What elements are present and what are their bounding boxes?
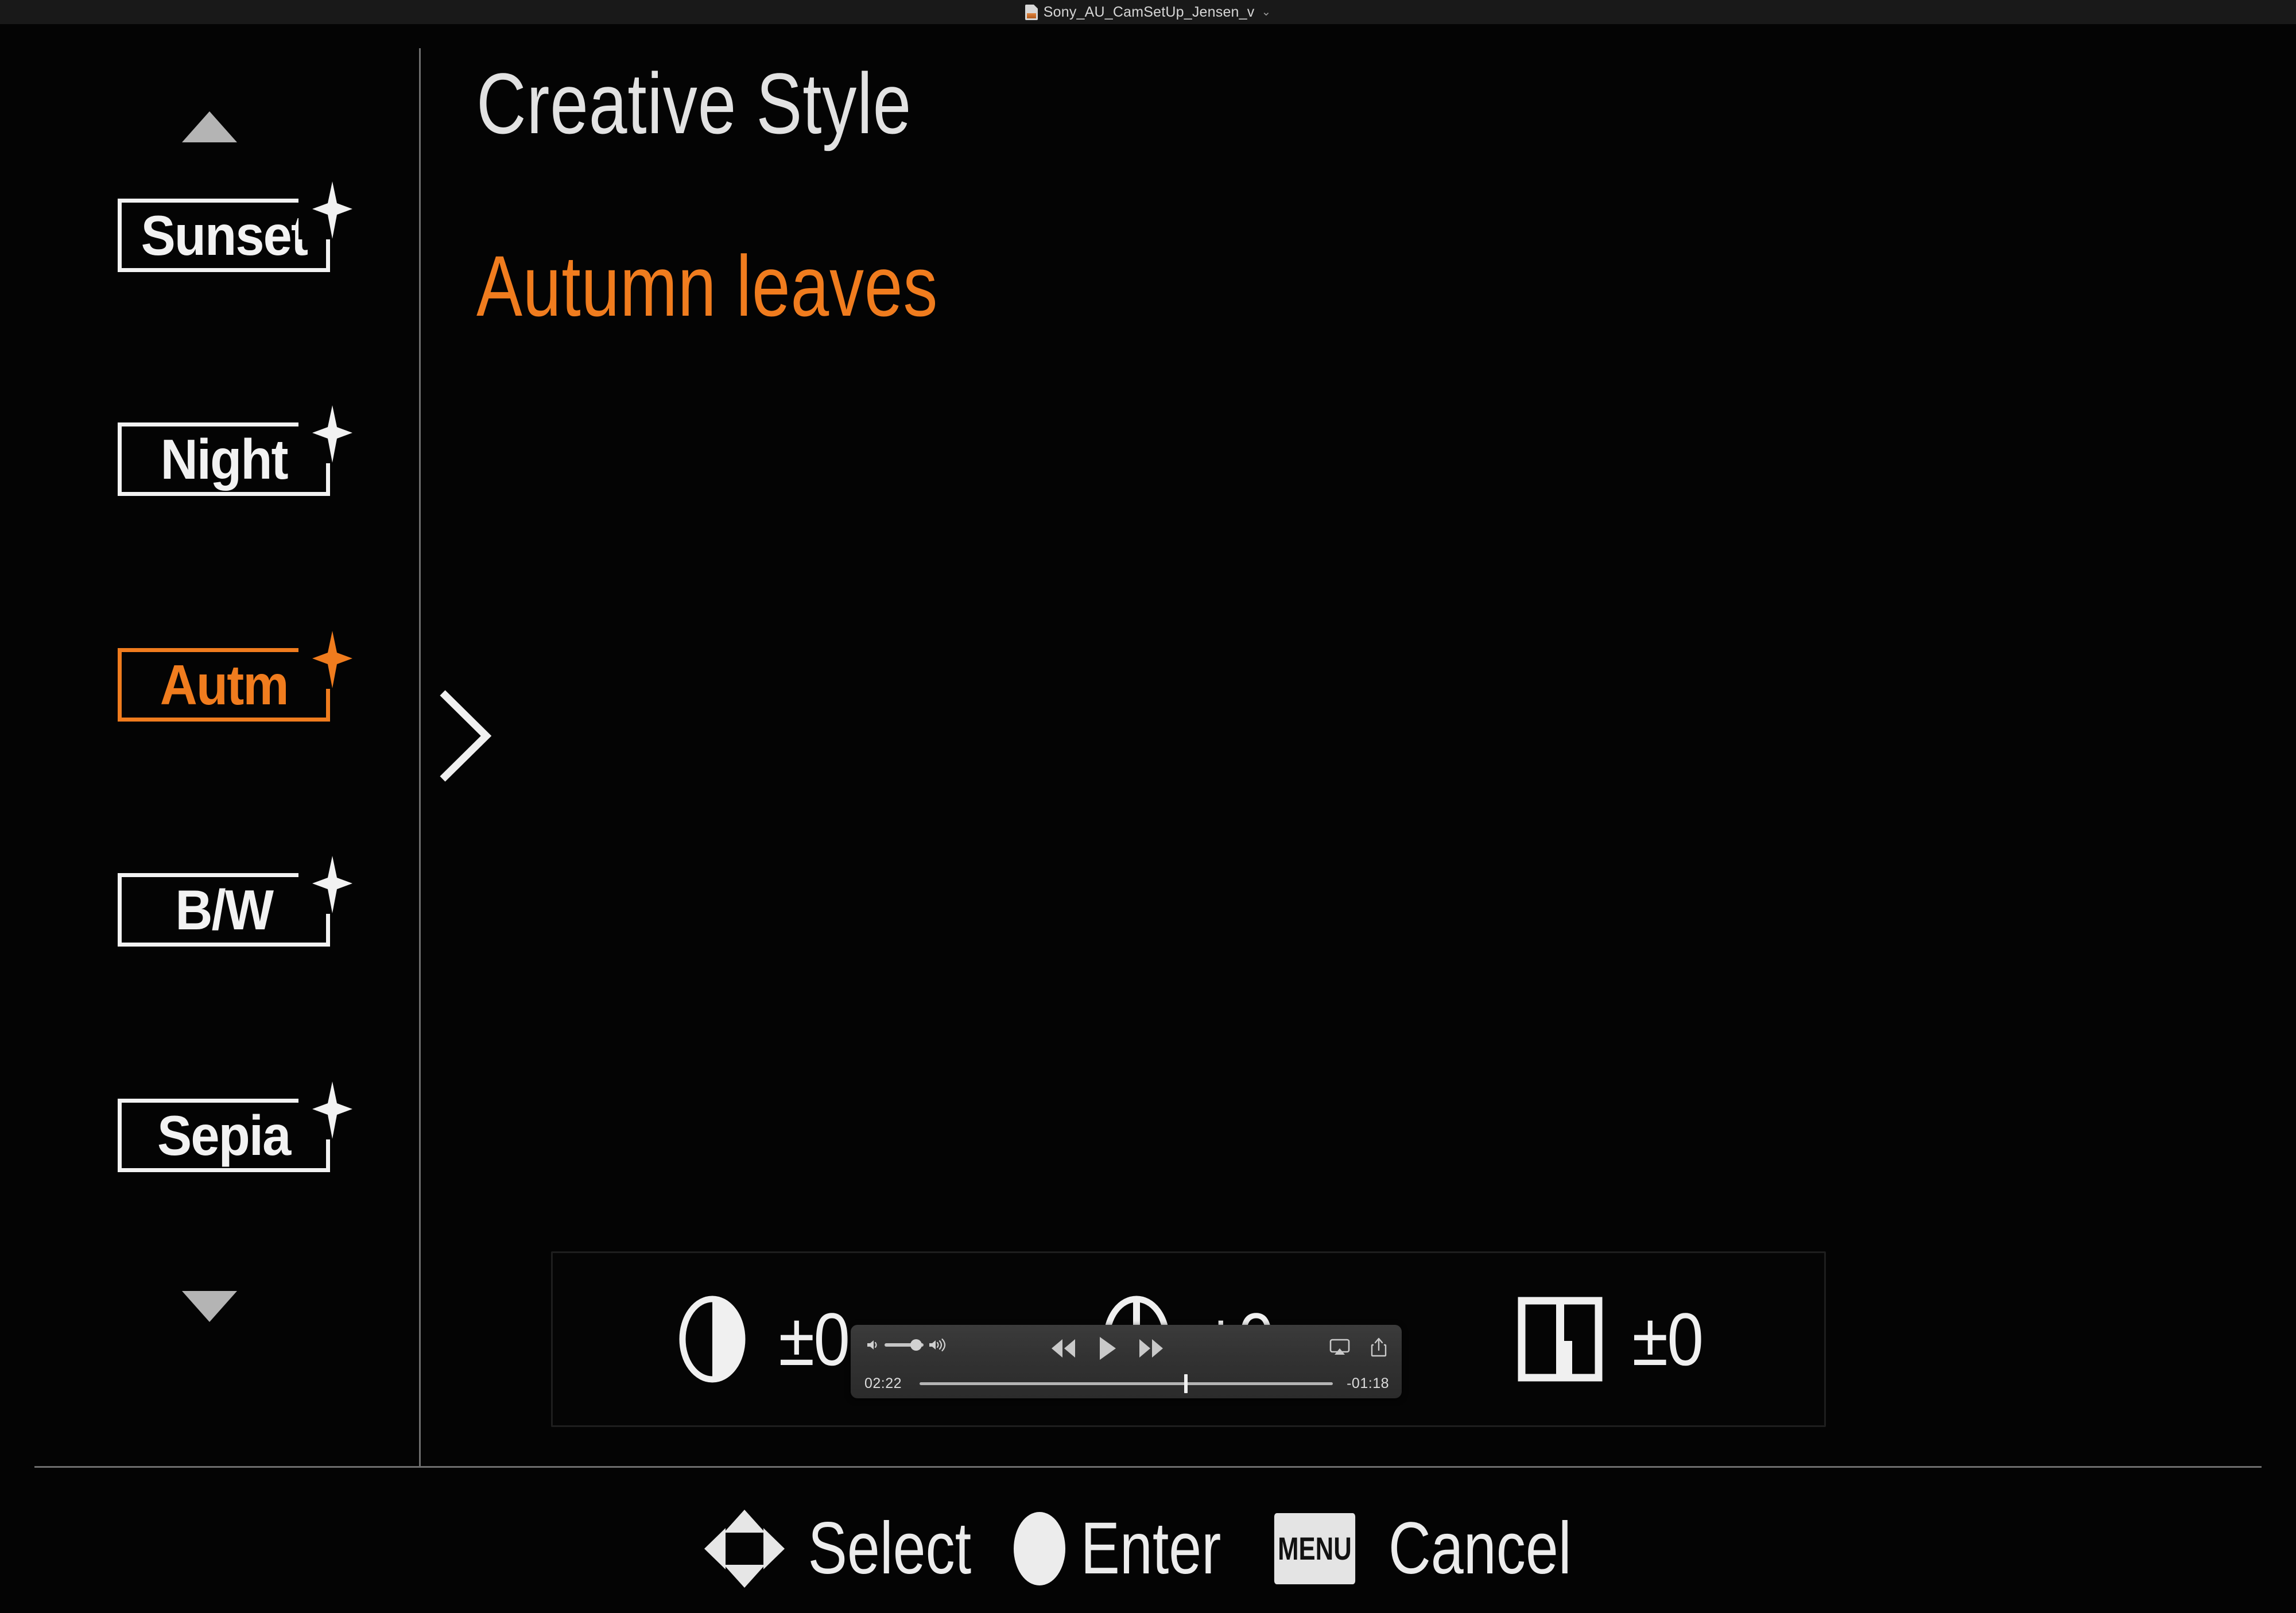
style-badge: Sepia xyxy=(118,1095,332,1172)
param-value: ±0 xyxy=(778,1297,851,1381)
cancel-hint-label: Cancel xyxy=(1388,1507,1572,1589)
share-icon[interactable] xyxy=(1371,1337,1387,1357)
triangle-down-icon xyxy=(182,1291,237,1322)
creative-style-list: Sunset Night Autm B/W Sepia xyxy=(0,48,419,1466)
contrast-icon xyxy=(675,1293,750,1385)
sidebar-item-label: Sunset xyxy=(141,204,308,267)
select-hint-label: Select xyxy=(808,1507,972,1589)
sidebar-item-night[interactable]: Night xyxy=(0,405,419,519)
sidebar-item-sepia[interactable]: Sepia xyxy=(0,1081,419,1195)
volume-low-icon[interactable] xyxy=(866,1337,881,1352)
vertical-divider xyxy=(419,48,421,1466)
video-player-controls[interactable]: 02:22 -01:18 xyxy=(851,1325,1402,1398)
play-icon[interactable] xyxy=(1096,1335,1118,1362)
hint-bar: Select Enter MENU Cancel xyxy=(0,1491,2296,1606)
player-top-row xyxy=(851,1325,1402,1367)
remaining-time: -01:18 xyxy=(1347,1375,1389,1391)
sidebar-item-label: B/W xyxy=(175,878,274,941)
volume-high-icon[interactable] xyxy=(928,1337,947,1352)
chevron-down-icon[interactable]: ⌄ xyxy=(1261,6,1271,18)
sidebar-item-sunset[interactable]: Sunset xyxy=(0,181,419,295)
sidebar-item-label: Sepia xyxy=(157,1104,291,1167)
progress-bar[interactable] xyxy=(920,1374,1333,1393)
airplay-icon[interactable] xyxy=(1329,1339,1350,1356)
elapsed-time: 02:22 xyxy=(864,1375,902,1391)
player-right-icons[interactable] xyxy=(1329,1337,1387,1357)
volume-slider[interactable] xyxy=(885,1339,924,1351)
style-badge: Sunset xyxy=(118,195,332,272)
style-badge: Night xyxy=(118,418,332,496)
horizontal-divider xyxy=(34,1466,2262,1468)
param-sharpness[interactable]: ±0 xyxy=(1401,1253,1824,1425)
selected-style-value: Autumn leaves xyxy=(476,238,938,334)
enter-hint-label: Enter xyxy=(1080,1507,1221,1589)
triangle-up-icon xyxy=(182,111,237,142)
page-title: Creative Style xyxy=(476,55,912,152)
volume-knob[interactable] xyxy=(910,1339,922,1351)
menu-button-badge: MENU xyxy=(1274,1513,1356,1584)
sidebar-item-bw[interactable]: B/W xyxy=(0,856,419,970)
param-value: ±0 xyxy=(1632,1297,1704,1381)
dpad-icon xyxy=(701,1509,788,1589)
circle-button-icon xyxy=(1014,1512,1066,1585)
fast-forward-icon[interactable] xyxy=(1137,1337,1166,1360)
player-timeline-row[interactable]: 02:22 -01:18 xyxy=(851,1367,1402,1398)
rewind-icon[interactable] xyxy=(1048,1337,1078,1360)
window-titlebar: Sony_AU_CamSetUp_Jensen_v ⌄ xyxy=(0,0,2296,25)
style-badge: B/W xyxy=(118,869,332,947)
style-badge-selected: Autm xyxy=(118,644,332,722)
scroll-up-button[interactable] xyxy=(0,111,419,145)
volume-control[interactable] xyxy=(866,1337,947,1352)
window-title: Sony_AU_CamSetUp_Jensen_v xyxy=(1043,3,1255,20)
sidebar-item-autumn-leaves[interactable]: Autm xyxy=(0,631,419,745)
camera-menu-screen: Sunset Night Autm B/W Sepia Creative Sty… xyxy=(0,24,2296,1613)
document-icon xyxy=(1025,4,1038,20)
playhead-handle[interactable] xyxy=(1184,1374,1188,1393)
sharpness-icon xyxy=(1517,1296,1603,1382)
scroll-down-button[interactable] xyxy=(0,1291,419,1325)
transport-controls[interactable] xyxy=(1048,1335,1166,1362)
sidebar-item-label: Autm xyxy=(160,653,289,716)
sidebar-item-label: Night xyxy=(160,428,288,491)
